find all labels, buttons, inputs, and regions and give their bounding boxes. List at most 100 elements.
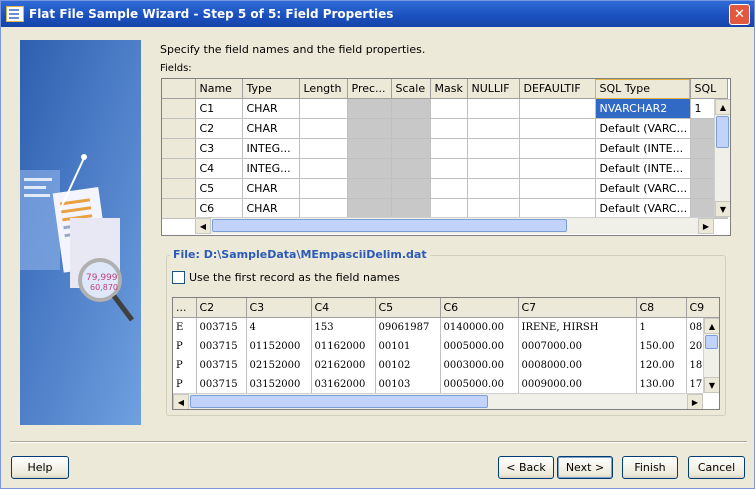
field-length-cell[interactable] <box>299 158 348 179</box>
scroll-right-icon[interactable]: ▶ <box>698 218 714 234</box>
next-button[interactable]: Next > <box>557 456 613 479</box>
field-type-cell[interactable]: CHAR <box>242 198 300 219</box>
scroll-thumb[interactable] <box>212 219 567 232</box>
field-length-cell[interactable] <box>299 178 348 199</box>
col-header-precision[interactable]: Prec... <box>347 79 392 99</box>
scroll-down-icon[interactable]: ▼ <box>704 377 719 393</box>
field-name-cell[interactable]: C1 <box>195 98 243 119</box>
scroll-right-icon[interactable]: ▶ <box>687 394 703 409</box>
field-defaultif-cell[interactable] <box>519 178 596 199</box>
col-header-c8[interactable]: C8 <box>636 298 687 318</box>
scroll-left-icon[interactable]: ◀ <box>195 218 211 234</box>
field-sql-type-cell[interactable]: Default (VARC... <box>595 118 691 139</box>
table-row[interactable]: C1 CHAR NVARCHAR2 1 <box>162 98 728 119</box>
field-mask-cell[interactable] <box>430 138 468 159</box>
col-header-c4[interactable]: C4 <box>311 298 376 318</box>
close-icon[interactable]: ✕ <box>729 4 750 25</box>
row-header[interactable] <box>162 138 196 159</box>
field-sql-type-cell[interactable]: Default (VARC... <box>595 198 691 219</box>
field-nullif-cell[interactable] <box>467 118 520 139</box>
scroll-thumb[interactable] <box>705 335 718 349</box>
first-record-checkbox[interactable] <box>172 271 185 284</box>
field-mask-cell[interactable] <box>430 198 468 219</box>
first-record-checkbox-label[interactable]: Use the first record as the field names <box>189 271 400 284</box>
field-type-cell[interactable]: CHAR <box>242 118 300 139</box>
col-header-c3[interactable]: C3 <box>246 298 312 318</box>
field-nullif-cell[interactable] <box>467 158 520 179</box>
field-mask-cell[interactable] <box>430 118 468 139</box>
field-mask-cell[interactable] <box>430 158 468 179</box>
field-mask-cell[interactable] <box>430 98 468 119</box>
scroll-thumb[interactable] <box>716 116 729 148</box>
col-header-nullif[interactable]: NULLIF <box>467 79 520 99</box>
field-mask-cell[interactable] <box>430 178 468 199</box>
scroll-thumb[interactable] <box>190 395 488 408</box>
field-sql-type-cell[interactable]: Default (INTE... <box>595 158 691 179</box>
field-type-cell[interactable]: CHAR <box>242 98 300 119</box>
scroll-down-icon[interactable]: ▼ <box>715 201 730 217</box>
field-nullif-cell[interactable] <box>467 178 520 199</box>
field-defaultif-cell[interactable] <box>519 158 596 179</box>
field-sql-type-cell[interactable]: Default (VARC... <box>595 178 691 199</box>
row-header[interactable] <box>162 98 196 119</box>
field-sql-type-cell[interactable]: NVARCHAR2 <box>595 98 691 119</box>
field-name-cell[interactable]: C3 <box>195 138 243 159</box>
col-header-mask[interactable]: Mask <box>430 79 468 99</box>
field-type-cell[interactable]: INTEG... <box>242 158 300 179</box>
title-bar[interactable]: Flat File Sample Wizard - Step 5 of 5: F… <box>1 1 754 27</box>
finish-button[interactable]: Finish <box>622 456 678 479</box>
table-row[interactable]: C3 INTEG... Default (INTE... <box>162 138 728 159</box>
sample-vertical-scrollbar[interactable]: ▲ ▼ <box>703 318 719 393</box>
field-length-cell[interactable] <box>299 118 348 139</box>
row-header[interactable] <box>162 158 196 179</box>
col-header-length[interactable]: Length <box>299 79 348 99</box>
col-header-more[interactable]: ... <box>173 298 197 318</box>
field-name-cell[interactable]: C5 <box>195 178 243 199</box>
field-defaultif-cell[interactable] <box>519 98 596 119</box>
col-header-scale[interactable]: Scale <box>391 79 431 99</box>
row-header[interactable] <box>162 118 196 139</box>
col-header-defaultif[interactable]: DEFAULTIF <box>519 79 596 99</box>
col-header-c7[interactable]: C7 <box>518 298 637 318</box>
table-row[interactable]: C6 CHAR Default (VARC... <box>162 198 728 219</box>
field-nullif-cell[interactable] <box>467 198 520 219</box>
field-length-cell[interactable] <box>299 98 348 119</box>
col-header-sql-type[interactable]: SQL Type <box>595 79 691 99</box>
col-header-sql[interactable]: SQL <box>690 79 728 99</box>
row-header[interactable] <box>162 198 196 219</box>
field-length-cell[interactable] <box>299 198 348 219</box>
cancel-button[interactable]: Cancel <box>688 456 745 479</box>
field-defaultif-cell[interactable] <box>519 118 596 139</box>
field-defaultif-cell[interactable] <box>519 198 596 219</box>
field-name-cell[interactable]: C2 <box>195 118 243 139</box>
field-nullif-cell[interactable] <box>467 138 520 159</box>
scroll-left-icon[interactable]: ◀ <box>173 394 189 409</box>
col-header-c6[interactable]: C6 <box>440 298 519 318</box>
field-name-cell[interactable]: C4 <box>195 158 243 179</box>
table-row[interactable]: C2 CHAR Default (VARC... <box>162 118 728 139</box>
field-type-cell[interactable]: CHAR <box>242 178 300 199</box>
field-type-cell[interactable]: INTEG... <box>242 138 300 159</box>
table-row[interactable]: C4 INTEG... Default (INTE... <box>162 158 728 179</box>
field-defaultif-cell[interactable] <box>519 138 596 159</box>
col-header-c2[interactable]: C2 <box>196 298 247 318</box>
row-header[interactable] <box>162 178 196 199</box>
back-button[interactable]: < Back <box>498 456 554 479</box>
scroll-up-icon[interactable]: ▲ <box>715 99 730 115</box>
fields-vertical-scrollbar[interactable]: ▲ ▼ <box>714 99 730 217</box>
col-header-name[interactable]: Name <box>195 79 243 99</box>
field-nullif-cell[interactable] <box>467 98 520 119</box>
col-header-c5[interactable]: C5 <box>375 298 441 318</box>
help-button[interactable]: Help <box>11 456 69 479</box>
table-row[interactable]: C5 CHAR Default (VARC... <box>162 178 728 199</box>
col-header-type[interactable]: Type <box>242 79 300 99</box>
field-length-cell[interactable] <box>299 138 348 159</box>
fields-horizontal-scrollbar[interactable]: ◀ ▶ <box>195 217 714 234</box>
sample-data-table[interactable]: ... C2 C3 C4 C5 C6 C7 C8 C9 E 003715 4 1… <box>172 297 720 410</box>
col-header-c9[interactable]: C9 <box>686 298 719 318</box>
scroll-up-icon[interactable]: ▲ <box>704 318 719 334</box>
field-name-cell[interactable]: C6 <box>195 198 243 219</box>
sample-horizontal-scrollbar[interactable]: ◀ ▶ <box>173 393 703 409</box>
fields-table[interactable]: Name Type Length Prec... Scale Mask NULL… <box>161 78 731 236</box>
field-sql-type-cell[interactable]: Default (INTE... <box>595 138 691 159</box>
